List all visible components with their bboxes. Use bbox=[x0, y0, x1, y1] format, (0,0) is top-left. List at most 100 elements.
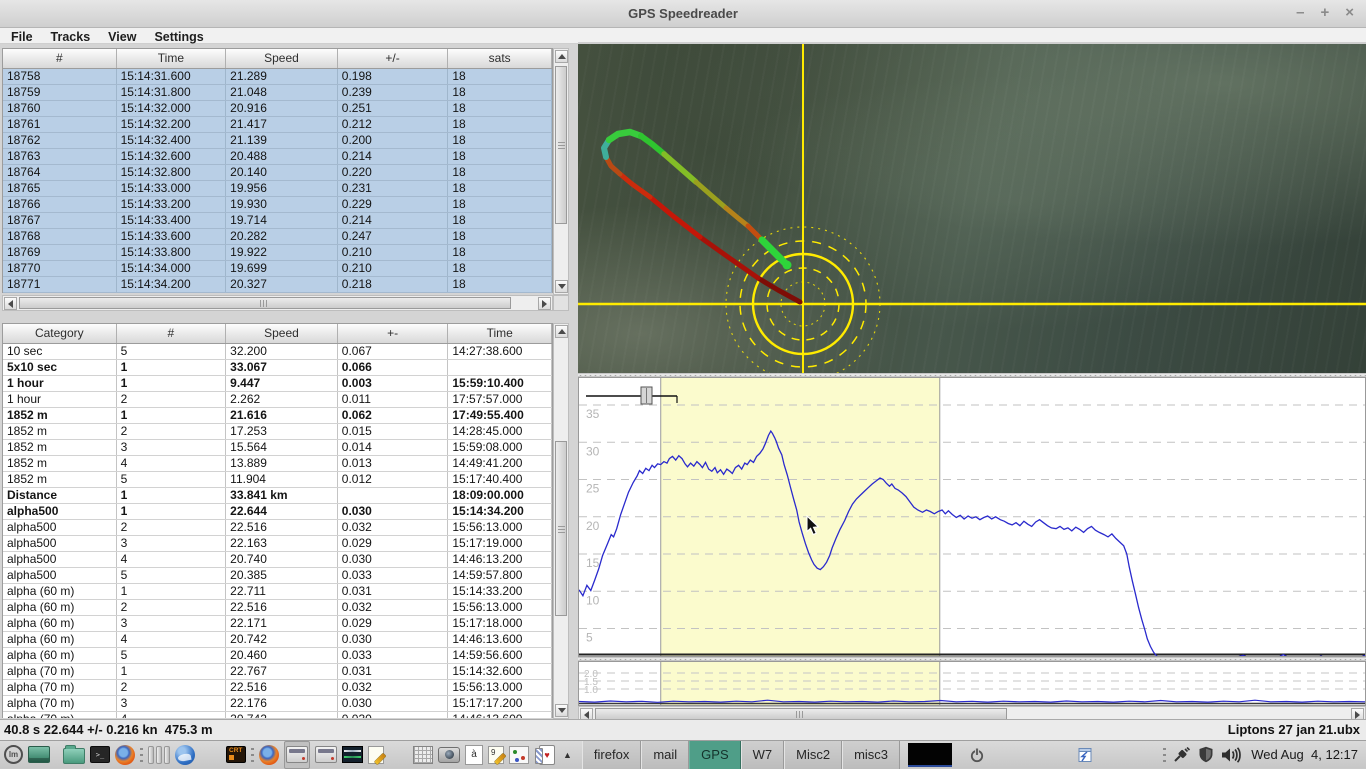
table-row[interactable]: alpha (60 m)322.1710.02915:17:18.000 bbox=[3, 616, 552, 632]
file-manager-icon[interactable] bbox=[63, 743, 85, 767]
column-header-sats[interactable]: sats bbox=[448, 49, 552, 68]
points-table-vertical-scrollbar[interactable] bbox=[553, 48, 569, 295]
scroll-up-button[interactable] bbox=[555, 325, 568, 338]
table-row[interactable]: 1877015:14:34.00019.6990.21018 bbox=[3, 261, 552, 277]
scroll-down-button[interactable] bbox=[555, 280, 568, 293]
scrollbar-thumb[interactable] bbox=[555, 66, 567, 224]
stats-table-vertical-scrollbar[interactable] bbox=[553, 323, 569, 719]
screenshot-icon[interactable] bbox=[438, 743, 460, 767]
table-row[interactable]: alpha (60 m)520.4600.03314:59:56.600 bbox=[3, 648, 552, 664]
table-row[interactable]: alpha (70 m)322.1760.03015:17:17.200 bbox=[3, 696, 552, 712]
table-row[interactable]: 10 sec532.2000.06714:27:38.600 bbox=[3, 344, 552, 360]
table-row[interactable]: 1876915:14:33.80019.9220.21018 bbox=[3, 245, 552, 261]
scrollbar-thumb[interactable] bbox=[19, 297, 511, 309]
table-row[interactable]: alpha500122.6440.03015:14:34.200 bbox=[3, 504, 552, 520]
column-header-speed[interactable]: Speed bbox=[226, 324, 338, 343]
column-header-time[interactable]: Time bbox=[117, 49, 227, 68]
power-icon[interactable] bbox=[969, 743, 985, 767]
table-row[interactable]: 1877115:14:34.20020.3270.21818 bbox=[3, 277, 552, 293]
table-row[interactable]: alpha (70 m)420.7420.03014:46:13.600 bbox=[3, 712, 552, 718]
clock[interactable]: Wed Aug 4, 12:17 bbox=[1251, 747, 1358, 762]
table-row[interactable]: 1 hour22.2620.01117:57:57.000 bbox=[3, 392, 552, 408]
scanner-icon[interactable] bbox=[284, 741, 310, 769]
table-row[interactable]: alpha (70 m)122.7670.03115:14:32.600 bbox=[3, 664, 552, 680]
table-row[interactable]: 1876315:14:32.60020.4880.21418 bbox=[3, 149, 552, 165]
map-view[interactable] bbox=[578, 44, 1366, 373]
maximize-button[interactable]: + bbox=[1320, 4, 1329, 21]
table-row[interactable]: 1876715:14:33.40019.7140.21418 bbox=[3, 213, 552, 229]
menu-view[interactable]: View bbox=[99, 29, 145, 45]
black-window-thumbnail[interactable] bbox=[908, 743, 952, 767]
column-header-category[interactable]: Category bbox=[3, 324, 117, 343]
table-row[interactable]: 1876615:14:33.20019.9300.22918 bbox=[3, 197, 552, 213]
table-row[interactable]: 1876815:14:33.60020.2820.24718 bbox=[3, 229, 552, 245]
points-table[interactable]: #TimeSpeed+/-sats 1875815:14:31.60021.28… bbox=[2, 48, 553, 293]
taskbar-window-w7[interactable]: W7 bbox=[741, 741, 785, 769]
scrollbar-thumb[interactable] bbox=[555, 441, 567, 616]
taskbar-window-misc3[interactable]: misc3 bbox=[842, 741, 900, 769]
table-row[interactable]: 1 hour19.4470.00315:59:10.400 bbox=[3, 376, 552, 392]
table-row[interactable]: 1876415:14:32.80020.1400.22018 bbox=[3, 165, 552, 181]
taskbar-window-misc2[interactable]: Misc2 bbox=[784, 741, 842, 769]
table-row[interactable]: 1852 m511.9040.01215:17:40.400 bbox=[3, 472, 552, 488]
stats-table[interactable]: Category#Speed+-Time 10 sec532.2000.0671… bbox=[2, 323, 553, 718]
table-row[interactable]: 1876215:14:32.40021.1390.20018 bbox=[3, 133, 552, 149]
firefox-icon-2[interactable] bbox=[259, 743, 279, 767]
column-header-time[interactable]: Time bbox=[448, 324, 552, 343]
applets-drawer-icon[interactable] bbox=[148, 743, 170, 767]
table-row[interactable]: Distance133.841 km18:09:00.000 bbox=[3, 488, 552, 504]
speed-chart[interactable]: 3530252015105 bbox=[578, 377, 1366, 657]
terminal-icon[interactable]: >_ bbox=[90, 743, 110, 767]
taskbar-window-mail[interactable]: mail bbox=[641, 741, 689, 769]
calculator-icon[interactable] bbox=[413, 743, 433, 767]
close-button[interactable]: × bbox=[1345, 4, 1354, 21]
table-row[interactable]: 1852 m413.8890.01314:49:41.200 bbox=[3, 456, 552, 472]
table-row[interactable]: alpha (70 m)222.5160.03215:56:13.000 bbox=[3, 680, 552, 696]
thunderbird-icon[interactable] bbox=[175, 743, 195, 767]
notes-icon[interactable]: 9 bbox=[488, 743, 504, 767]
table-row[interactable]: alpha500222.5160.03215:56:13.000 bbox=[3, 520, 552, 536]
table-row[interactable]: 1852 m217.2530.01514:28:45.000 bbox=[3, 424, 552, 440]
taskbar-window-gps[interactable]: GPS bbox=[689, 741, 740, 769]
scanner-icon-2[interactable] bbox=[315, 743, 337, 767]
show-desktop-icon[interactable] bbox=[28, 743, 50, 767]
table-row[interactable]: alpha (60 m)122.7110.03115:14:33.200 bbox=[3, 584, 552, 600]
accuracy-strip-chart[interactable]: 2.01.51.0 bbox=[578, 661, 1366, 706]
shield-icon[interactable] bbox=[1198, 743, 1214, 767]
column-header-speed[interactable]: Speed bbox=[226, 49, 338, 68]
time-slider[interactable] bbox=[586, 387, 677, 404]
table-row[interactable]: alpha500322.1630.02915:17:19.000 bbox=[3, 536, 552, 552]
connector-icon[interactable] bbox=[1173, 743, 1191, 767]
table-row[interactable]: 1876015:14:32.00020.9160.25118 bbox=[3, 101, 552, 117]
mint-menu-icon[interactable]: lm bbox=[4, 743, 23, 767]
table-row[interactable]: 1852 m315.5640.01415:59:08.000 bbox=[3, 440, 552, 456]
scroll-left-button[interactable] bbox=[4, 297, 17, 310]
column-header-[interactable]: +- bbox=[338, 324, 449, 343]
column-header-[interactable]: +/- bbox=[338, 49, 449, 68]
scroll-up-button[interactable] bbox=[555, 50, 568, 63]
scroll-right-button[interactable] bbox=[538, 297, 551, 310]
table-row[interactable]: alpha500420.7400.03014:46:13.200 bbox=[3, 552, 552, 568]
solitaire-icon[interactable]: ♥ bbox=[534, 743, 555, 767]
system-monitor-icon[interactable] bbox=[342, 743, 363, 767]
points-table-horizontal-scrollbar[interactable] bbox=[2, 295, 553, 311]
menu-tracks[interactable]: Tracks bbox=[42, 29, 100, 45]
scroll-down-button[interactable] bbox=[555, 704, 568, 717]
crt-terminal-icon[interactable]: CRT bbox=[226, 743, 246, 767]
column-header-[interactable]: # bbox=[117, 324, 227, 343]
table-row[interactable]: 1852 m121.6160.06217:49:55.400 bbox=[3, 408, 552, 424]
collapse-arrow-icon[interactable]: ▲ bbox=[560, 750, 575, 760]
firefox-icon[interactable] bbox=[115, 743, 135, 767]
title-bar[interactable]: GPS Speedreader – + × bbox=[0, 0, 1366, 28]
table-row[interactable]: 1876115:14:32.20021.4170.21218 bbox=[3, 117, 552, 133]
table-row[interactable]: 1875815:14:31.60021.2890.19818 bbox=[3, 69, 552, 85]
minimize-button[interactable]: – bbox=[1296, 4, 1304, 21]
menu-settings[interactable]: Settings bbox=[145, 29, 212, 45]
column-header-[interactable]: # bbox=[3, 49, 117, 68]
mines-game-icon[interactable] bbox=[509, 743, 529, 767]
table-row[interactable]: alpha (60 m)222.5160.03215:56:13.000 bbox=[3, 600, 552, 616]
table-row[interactable]: alpha500520.3850.03314:59:57.800 bbox=[3, 568, 552, 584]
table-row[interactable]: 1876515:14:33.00019.9560.23118 bbox=[3, 181, 552, 197]
volume-icon[interactable] bbox=[1221, 743, 1241, 767]
table-row[interactable]: 5x10 sec133.0670.066 bbox=[3, 360, 552, 376]
